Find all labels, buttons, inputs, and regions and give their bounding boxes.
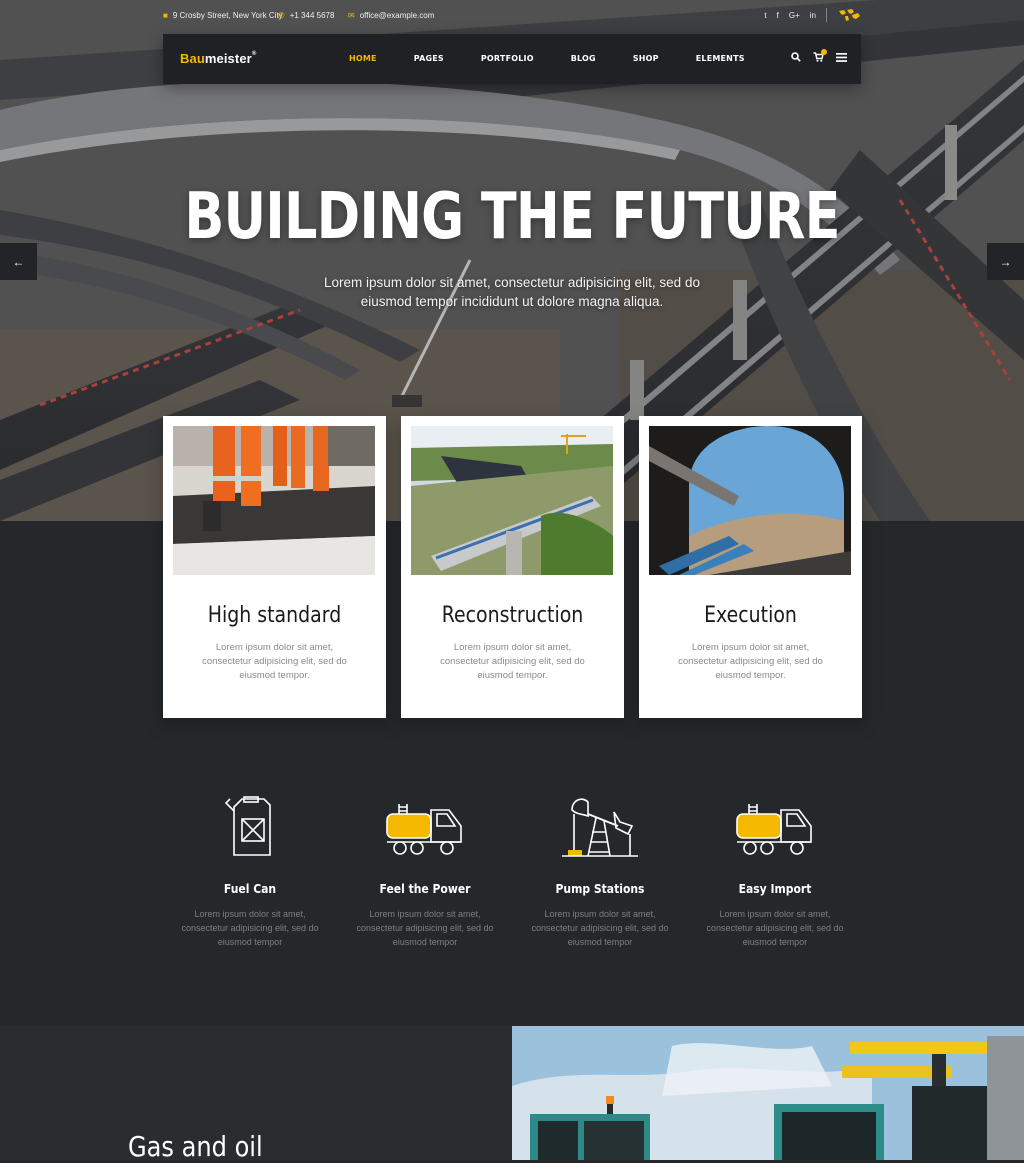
feature-text: Lorem ipsum dolor sit amet, consectetur …	[531, 909, 669, 947]
menu-item-pages[interactable]: PAGES	[414, 54, 444, 63]
menu-item-home[interactable]: HOME	[349, 54, 377, 63]
arrow-left-icon: ←	[12, 254, 25, 269]
email-text: office@example.com	[359, 11, 435, 20]
hero-subtitle: Lorem ipsum dolor sit amet, consectetur …	[324, 275, 700, 309]
menu-item-blog[interactable]: BLOG	[571, 54, 596, 63]
home-icon: ■	[163, 11, 168, 20]
linkedin-icon[interactable]: in	[810, 11, 816, 20]
excavator-photo	[512, 1026, 1024, 1160]
logo-text: meister	[204, 51, 252, 66]
mail-icon: ✉	[348, 11, 355, 20]
feature-text: Lorem ipsum dolor sit amet, consectetur …	[706, 909, 844, 947]
site-logo[interactable]: Baumeister®	[180, 51, 256, 66]
card-title: Reconstruction	[441, 603, 584, 628]
feature-text: Lorem ipsum dolor sit amet, consectetur …	[356, 909, 494, 947]
card-text: Lorem ipsum dolor sit amet, consectetur …	[440, 642, 585, 681]
main-navbar: Baumeister® HOME PAGES PORTFOLIO BLOG SH…	[163, 34, 861, 84]
phone-icon: ✆	[278, 11, 285, 20]
search-icon[interactable]	[791, 52, 801, 62]
facebook-icon[interactable]: f	[777, 11, 779, 20]
logo-accent-text: Bau	[180, 51, 205, 66]
section-title: Gas and oil	[128, 1130, 263, 1163]
service-card[interactable]: Reconstruction Lorem ipsum dolor sit ame…	[401, 416, 624, 718]
feature-item: Easy Import Lorem ipsum dolor sit amet, …	[695, 790, 855, 949]
pump-jack-icon	[562, 797, 638, 857]
hamburger-menu-icon[interactable]	[836, 52, 847, 62]
menu-item-shop[interactable]: SHOP	[633, 54, 659, 63]
feature-title: Feel the Power	[379, 882, 471, 896]
card-title: High standard	[207, 603, 342, 628]
card-title: Execution	[704, 603, 797, 628]
road-workers-image	[173, 426, 375, 575]
tanker-truck-icon	[736, 803, 812, 855]
nav-actions	[791, 49, 847, 62]
twitter-icon[interactable]: t	[764, 11, 766, 20]
hero-title: BUILDING THE FUTURE	[184, 180, 840, 254]
logo-registered-mark: ®	[251, 51, 257, 57]
world-map-icon[interactable]	[837, 8, 861, 22]
card-text: Lorem ipsum dolor sit amet, consectetur …	[202, 642, 347, 681]
tanker-truck-icon	[386, 803, 462, 855]
feature-item: Feel the Power Lorem ipsum dolor sit ame…	[345, 790, 505, 949]
feature-item: Pump Stations Lorem ipsum dolor sit amet…	[520, 790, 680, 949]
menu-item-elements[interactable]: ELEMENTS	[696, 54, 745, 63]
divider	[826, 8, 827, 22]
cart-button[interactable]	[813, 49, 827, 62]
top-info-bar: ■ 9 Crosby Street, New York City ✆ +1 34…	[163, 8, 861, 26]
slider-next-button[interactable]: →	[987, 243, 1024, 280]
phone-item[interactable]: ✆ +1 344 5678	[278, 11, 334, 20]
feature-title: Fuel Can	[223, 882, 277, 896]
feature-item: Fuel Can Lorem ipsum dolor sit amet, con…	[170, 790, 330, 949]
feature-title: Easy Import	[738, 882, 812, 896]
menu-item-portfolio[interactable]: PORTFOLIO	[481, 54, 534, 63]
feature-title: Pump Stations	[555, 882, 645, 896]
cart-badge	[821, 49, 827, 55]
card-text: Lorem ipsum dolor sit amet, consectetur …	[678, 642, 823, 681]
arrow-right-icon: →	[999, 254, 1012, 269]
email-item[interactable]: ✉ office@example.com	[348, 11, 434, 20]
fuel-can-icon	[224, 795, 271, 856]
google-plus-icon[interactable]: G+	[789, 11, 800, 20]
tunnel-execution-image	[649, 426, 851, 575]
address-text: 9 Crosby Street, New York City	[172, 11, 283, 20]
address-item: ■ 9 Crosby Street, New York City	[163, 11, 283, 20]
bridge-reconstruction-image	[411, 426, 613, 575]
slider-prev-button[interactable]: ←	[0, 243, 37, 280]
service-card[interactable]: High standard Lorem ipsum dolor sit amet…	[163, 416, 386, 718]
gas-oil-section: Gas and oil	[0, 1026, 512, 1163]
machinery-image	[512, 1026, 1024, 1160]
service-card[interactable]: Execution Lorem ipsum dolor sit amet, co…	[639, 416, 862, 718]
social-links: t f G+ in	[764, 8, 861, 22]
phone-text: +1 344 5678	[289, 11, 335, 20]
main-menu: HOME PAGES PORTFOLIO BLOG SHOP ELEMENTS	[349, 54, 782, 63]
feature-text: Lorem ipsum dolor sit amet, consectetur …	[181, 909, 319, 947]
